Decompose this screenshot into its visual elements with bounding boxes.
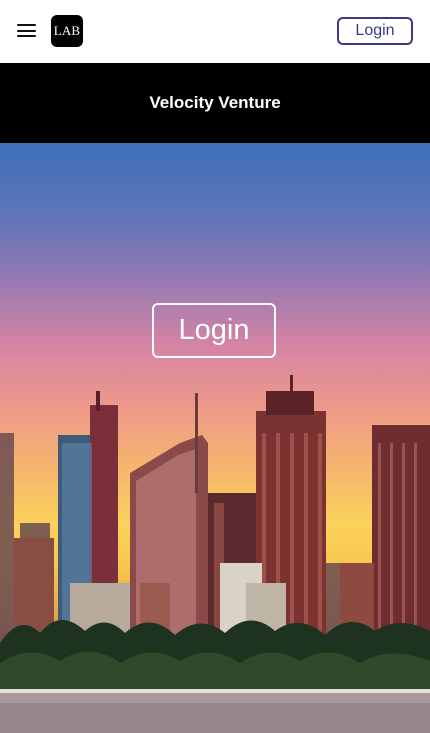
hamburger-bar [17,35,36,38]
hero-image: Login [0,143,430,733]
hero-login-button[interactable]: Login [152,303,276,358]
nav-login-button[interactable]: Login [337,17,413,45]
hamburger-bar [17,24,36,27]
top-navbar: LAB Login [0,0,430,63]
hamburger-menu-icon[interactable] [17,22,37,40]
page: LAB Login Velocity Venture Login [0,0,430,733]
skyline-illustration [0,375,430,733]
logo[interactable]: LAB [51,15,83,47]
hamburger-bar [17,29,36,32]
page-title: Velocity Venture [149,93,281,112]
title-banner: Velocity Venture [0,63,430,143]
